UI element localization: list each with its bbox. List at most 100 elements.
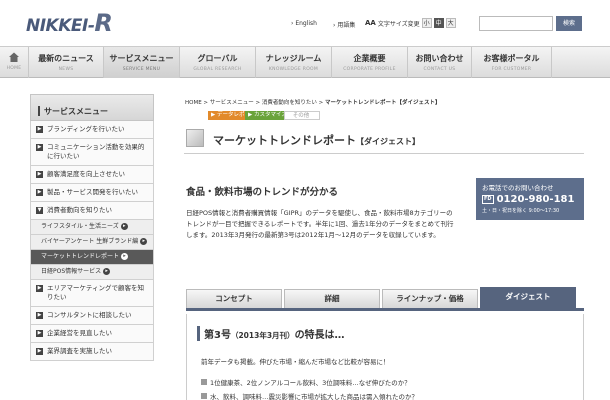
nav-corporate-profile[interactable]: 企業概要 CORPORATE PROFILE [332, 47, 408, 78]
nav-for-customer[interactable]: お客様ポータル FOR CUSTOMER [472, 47, 552, 78]
nav-label-en: HOME [6, 66, 22, 71]
sidebar-item-product-development[interactable]: ▶ 製品・サービス開発を行いたい [30, 184, 154, 202]
nav-label: お客様ポータル [483, 54, 540, 63]
sidebar-item-label: エリアマーケティングで顧客を知りたい [47, 284, 144, 301]
sidebar-subitem-buyer-survey[interactable]: バイヤーアンケート 生鮮ブランド編 ▸ [30, 235, 154, 250]
nav-home[interactable]: HOME [0, 47, 29, 78]
glossary-link[interactable]: › 用語集 [333, 20, 355, 29]
page-title-bar: マーケットトレンドレポート【ダイジェスト】 [184, 124, 584, 154]
tab-digest[interactable]: ダイジェスト [480, 287, 576, 308]
nav-news[interactable]: 最新のニュース NEWS [29, 47, 104, 78]
nav-service-menu[interactable]: サービスメニュー SERVICE MENU [104, 47, 180, 78]
nav-label: グローバル [197, 54, 238, 63]
content-tabs: コンセプト 詳細 ラインナップ・価格 ダイジェスト [186, 287, 584, 311]
sidebar-item-label: 企業経営を見直したい [47, 329, 112, 337]
list-item-text: 水、飲料、調味料…震災影響に市場が拡大した商品は需入傾れたのか？ [210, 393, 418, 400]
sidebar-item-label: 製品・サービス開発を行いたい [47, 188, 138, 196]
free-dial-icon: FD [482, 195, 494, 204]
nav-contact-us[interactable]: お問い合わせ CONTACT US [408, 47, 472, 78]
sidebar-item-consultant[interactable]: ▶ コンサルタントに相談したい [30, 307, 154, 325]
sidebar-item-area-marketing[interactable]: ▶ エリアマーケティングで顧客を知りたい [30, 280, 154, 307]
sidebar-item-industry-research[interactable]: ▶ 業界調査を実施したい [30, 343, 154, 361]
nikkei-r-logo[interactable]: NIKKEI-R [26, 9, 113, 37]
arrow-right-icon: ▶ [36, 312, 43, 319]
sidebar-subitem-label: 日経POS情報サービス [41, 268, 102, 275]
contact-label: お電話でのお問い合わせ [482, 184, 554, 192]
sidebar-title: サービスメニュー [30, 94, 154, 121]
nav-label: 企業概要 [353, 54, 386, 63]
nav-global[interactable]: グローバル GLOBAL RESEARCH [180, 47, 256, 78]
nav-label: お問い合わせ [415, 54, 464, 63]
tab-concept[interactable]: コンセプト [186, 289, 282, 308]
sidebar-item-branding[interactable]: ▶ ブランディングを行いたい [30, 121, 154, 139]
issue-date: （2013年3月刊） [230, 331, 295, 340]
bullet-square-icon [201, 393, 207, 399]
font-size-large-button[interactable]: 大 [445, 18, 456, 28]
issue-title-rest: の特長は… [294, 330, 345, 341]
arrow-right-icon: ▶ [36, 348, 43, 355]
sidebar-subitem-lifestyle[interactable]: ライフスタイル・生活ニーズ ▸ [30, 220, 154, 235]
arrow-right-icon: ▶ [36, 330, 43, 337]
arrow-right-icon: ▶ [36, 144, 43, 151]
nav-label-en: KNOWLEDGE ROOM [268, 67, 319, 72]
description: 日経POS情報と消費者購買情報「GIPR」のデータを駆使し、食品・飲料市場8カテ… [186, 209, 454, 239]
search-input[interactable] [479, 16, 553, 31]
phone-number[interactable]: FD 0120-980-181 [482, 194, 578, 205]
site-header: NIKKEI-R › English › 用語集 AA 文字サイズ変更 小 中 … [0, 0, 610, 46]
arrow-right-icon: ▶ [36, 189, 43, 196]
tag-other: その他 [284, 111, 320, 120]
issue-title-text: 第3号 [204, 330, 231, 341]
sidebar: サービスメニュー ▶ ブランディングを行いたい ▶ コミュニケーション活動を効果的に… [30, 94, 154, 400]
arrow-circle-icon: ▸ [140, 238, 148, 245]
report-cube-icon [186, 129, 204, 147]
search-button[interactable]: 検索 [556, 16, 582, 31]
sidebar-subitem-pos-service[interactable]: 日経POS情報サービス ▸ [30, 265, 154, 280]
font-size-switcher: AA 文字サイズ変更 小 中 大 [365, 18, 456, 28]
nav-label: ナレッジルーム [265, 54, 322, 63]
sidebar-item-label: ブランディングを行いたい [47, 125, 125, 133]
page-title-sub: 【ダイジェスト】 [356, 137, 420, 146]
bullet-square-icon [201, 379, 207, 385]
nav-label-en: FOR CUSTOMER [491, 67, 532, 72]
sidebar-subitem-label: ライフスタイル・生活ニーズ [41, 223, 119, 230]
nav-label-en: CONTACT US [423, 67, 456, 72]
nav-label-en: CORPORATE PROFILE [343, 67, 396, 72]
sidebar-item-consumer-trends[interactable]: ▼ 消費者動向を知りたい [30, 202, 154, 220]
home-icon [8, 51, 20, 63]
nav-label: 最新のニュース [38, 54, 94, 63]
sidebar-item-management[interactable]: ▶ 企業経営を見直したい [30, 325, 154, 343]
phone-contact-box: お電話でのお問い合わせ FD 0120-980-181 土・日・祝日を除く 9:… [476, 178, 584, 220]
arrow-circle-icon: ▸ [120, 223, 128, 230]
logo-r: R [94, 9, 113, 37]
breadcrumb: HOME > サービスメニュー > 消費者動向を知りたい > マーケットトレンド… [185, 98, 441, 106]
issue-lead: 前年データも掲載。伸びた市場・縮んだ市場など比較が容易に！ [201, 358, 390, 366]
breadcrumb-current: マーケットトレンドレポート【ダイジェスト】 [325, 100, 441, 106]
issue-title: 第3号（2013年3月刊）の特長は… [197, 326, 345, 341]
arrow-right-icon: ▶ [36, 126, 43, 133]
font-size-medium-button[interactable]: 中 [433, 18, 444, 28]
nav-label: サービスメニュー [109, 54, 174, 63]
sidebar-item-label: 消費者動向を知りたい [47, 206, 112, 214]
sidebar-item-label: 業界調査を実施したい [47, 347, 112, 355]
list-item: 1位健康茶、2位ノンアルコール飲料、3位調味料…なぜ伸びたのか？ [201, 377, 411, 387]
breadcrumb-links[interactable]: HOME > サービスメニュー > 消費者動向を知りたい > [185, 100, 325, 106]
sidebar-item-label: コンサルタントに相談したい [47, 311, 132, 319]
tab-details[interactable]: 詳細 [284, 289, 380, 308]
font-size-small-button[interactable]: 小 [421, 18, 432, 28]
digest-content: 第3号（2013年3月刊）の特長は… 前年データも掲載。伸びた市場・縮んだ市場な… [186, 314, 584, 400]
english-link[interactable]: › English [291, 20, 317, 27]
tag-label: その他 [292, 113, 310, 119]
business-hours: 土・日・祝日を除く 9:00〜17:30 [482, 208, 560, 214]
arrow-circle-icon: ▸ [121, 253, 129, 260]
sidebar-subitem-label: マーケットトレンドレポート [41, 253, 120, 260]
sidebar-subitem-market-trend-report[interactable]: マーケットトレンドレポート ▸ [30, 250, 154, 265]
sidebar-title-label: サービスメニュー [44, 106, 108, 116]
sidebar-item-communication[interactable]: ▶ コミュニケーション活動を効果的に行いたい [30, 139, 154, 166]
sidebar-item-customer-satisfaction[interactable]: ▶ 顧客満足度を向上させたい [30, 166, 154, 184]
nav-label-en: GLOBAL RESEARCH [193, 67, 242, 72]
sidebar-item-label: 顧客満足度を向上させたい [47, 170, 125, 178]
nav-knowledge-room[interactable]: ナレッジルーム KNOWLEDGE ROOM [256, 47, 332, 78]
sidebar-item-label: コミュニケーション活動を効果的に行いたい [47, 143, 145, 160]
headline: 食品・飲料市場のトレンドが分かる [186, 187, 339, 198]
tab-lineup-price[interactable]: ラインナップ・価格 [382, 289, 478, 308]
